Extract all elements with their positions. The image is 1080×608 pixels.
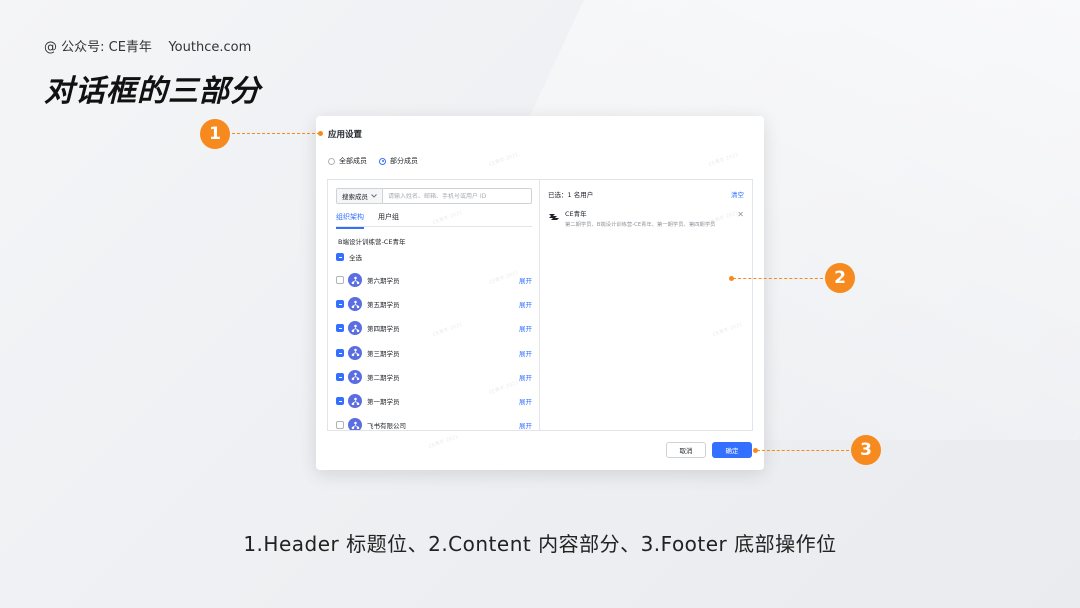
list-item[interactable]: 第四期学员 展开 bbox=[336, 316, 532, 340]
selected-user-name: CE青年 bbox=[565, 210, 587, 218]
org-group-icon bbox=[348, 345, 362, 360]
credit-line: @ 公众号: CE青年 Youthce.com bbox=[44, 40, 252, 55]
marker-3: 3 bbox=[851, 435, 881, 465]
radio-unchecked-icon bbox=[328, 157, 335, 165]
watermark: CE青年 2021 bbox=[708, 151, 740, 169]
group-name: 飞书有限公司 bbox=[367, 422, 406, 430]
org-group-icon bbox=[348, 321, 362, 336]
clear-button[interactable]: 清空 bbox=[731, 189, 744, 199]
tab-user-groups[interactable]: 用户组 bbox=[378, 212, 399, 226]
connector-dot bbox=[318, 131, 323, 136]
group-list: 第六期学员 展开 第五期学员 展开 第四期学员 展开 第三期学员 展开 第二期学… bbox=[336, 268, 532, 430]
marker-2: 2 bbox=[825, 263, 855, 293]
org-group-icon bbox=[348, 273, 362, 288]
selected-user-info: CE青年 第二期学员、B端设计训练营-CE青年、第一期学员、第四期学员 bbox=[565, 208, 732, 228]
checkbox-indeterminate-icon bbox=[336, 253, 344, 261]
search-bar: 搜索成员 bbox=[336, 188, 532, 204]
checkbox[interactable] bbox=[336, 421, 344, 430]
org-group-icon bbox=[348, 369, 362, 384]
watermark: CE青年 2021 bbox=[428, 433, 460, 451]
chevron-down-icon bbox=[371, 194, 377, 198]
list-item[interactable]: 第六期学员 展开 bbox=[336, 268, 532, 292]
select-all-checkbox[interactable]: 全选 bbox=[336, 252, 362, 262]
list-item[interactable]: 第二期学员 展开 bbox=[336, 365, 532, 389]
cancel-button[interactable]: 取消 bbox=[666, 442, 706, 458]
checkbox[interactable] bbox=[336, 348, 344, 357]
search-scope-select[interactable]: 搜索成员 bbox=[337, 189, 383, 203]
select-all-label: 全选 bbox=[349, 254, 362, 262]
list-item[interactable]: 第五期学员 展开 bbox=[336, 292, 532, 316]
radio-all-members[interactable]: 全部成员 bbox=[328, 156, 367, 166]
group-name: 第五期学员 bbox=[367, 301, 400, 310]
connector-line bbox=[733, 278, 823, 279]
checkbox[interactable] bbox=[336, 372, 344, 381]
dialog: 应用设置 全部成员 部分成员 搜索成员 组织架构 用户组 B端设计训练营-C bbox=[316, 116, 764, 470]
group-name: 第二期学员 bbox=[367, 373, 400, 382]
radio-checked-icon bbox=[379, 157, 386, 165]
marker-1: 1 bbox=[200, 119, 230, 149]
checkbox[interactable] bbox=[336, 324, 344, 333]
connector-line bbox=[757, 450, 849, 451]
org-group-icon bbox=[348, 394, 362, 409]
expand-link[interactable]: 展开 bbox=[519, 396, 532, 406]
org-group-icon bbox=[348, 297, 362, 312]
selected-count: 已选：1 名用户 bbox=[548, 191, 594, 199]
watermark: CE青年 2021 bbox=[488, 151, 520, 169]
expand-link[interactable]: 展开 bbox=[519, 323, 532, 333]
search-scope-label: 搜索成员 bbox=[342, 193, 368, 201]
caption: 1.Header 标题位、2.Content 内容部分、3.Footer 底部操… bbox=[243, 532, 837, 556]
expand-link[interactable]: 展开 bbox=[519, 348, 532, 358]
connector-line bbox=[232, 133, 320, 134]
confirm-button[interactable]: 确定 bbox=[712, 442, 752, 458]
expand-link[interactable]: 展开 bbox=[519, 275, 532, 285]
checkbox[interactable] bbox=[336, 276, 344, 285]
search-input[interactable] bbox=[383, 192, 531, 200]
org-breadcrumb: B端设计训练营-CE青年 bbox=[338, 238, 406, 246]
group-name: 第六期学员 bbox=[367, 277, 400, 286]
list-item[interactable]: 飞书有限公司 展开 bbox=[336, 413, 532, 430]
list-item[interactable]: 第一期学员 展开 bbox=[336, 389, 532, 413]
radio-label: 部分成员 bbox=[390, 157, 418, 165]
dialog-title: 应用设置 bbox=[328, 130, 363, 140]
selected-user-description: 第二期学员、B端设计训练营-CE青年、第一期学员、第四期学员 bbox=[565, 222, 716, 228]
group-name: 第一期学员 bbox=[367, 398, 400, 407]
selected-header: 已选：1 名用户 清空 bbox=[548, 189, 744, 199]
expand-link[interactable]: 展开 bbox=[519, 372, 532, 382]
checkbox[interactable] bbox=[336, 300, 344, 309]
page-title: 对话框的三部分 bbox=[44, 74, 261, 109]
close-icon[interactable]: ✕ bbox=[737, 211, 744, 219]
group-name: 第四期学员 bbox=[367, 325, 400, 334]
user-logo-icon bbox=[549, 214, 559, 220]
selected-members-pane: 已选：1 名用户 清空 CE青年 第二期学员、B端设计训练营-CE青年、第一期学… bbox=[540, 180, 752, 430]
picker-tabs: 组织架构 用户组 bbox=[336, 212, 532, 229]
checkbox[interactable] bbox=[336, 397, 344, 406]
org-group-icon bbox=[348, 418, 362, 430]
tab-org-structure[interactable]: 组织架构 bbox=[336, 212, 364, 229]
group-name: 第三期学员 bbox=[367, 349, 400, 358]
expand-link[interactable]: 展开 bbox=[519, 420, 532, 430]
selected-user-item: CE青年 第二期学员、B端设计训练营-CE青年、第一期学员、第四期学员 ✕ bbox=[548, 208, 744, 228]
dialog-content: 搜索成员 组织架构 用户组 B端设计训练营-CE青年 全选 第六期学员 bbox=[327, 179, 753, 431]
member-picker-pane: 搜索成员 组织架构 用户组 B端设计训练营-CE青年 全选 第六期学员 bbox=[328, 180, 540, 430]
radio-label: 全部成员 bbox=[339, 157, 367, 165]
radio-partial-members[interactable]: 部分成员 bbox=[379, 156, 418, 166]
list-item[interactable]: 第三期学员 展开 bbox=[336, 341, 532, 365]
member-scope-radio-group: 全部成员 部分成员 bbox=[328, 156, 418, 166]
expand-link[interactable]: 展开 bbox=[519, 299, 532, 309]
